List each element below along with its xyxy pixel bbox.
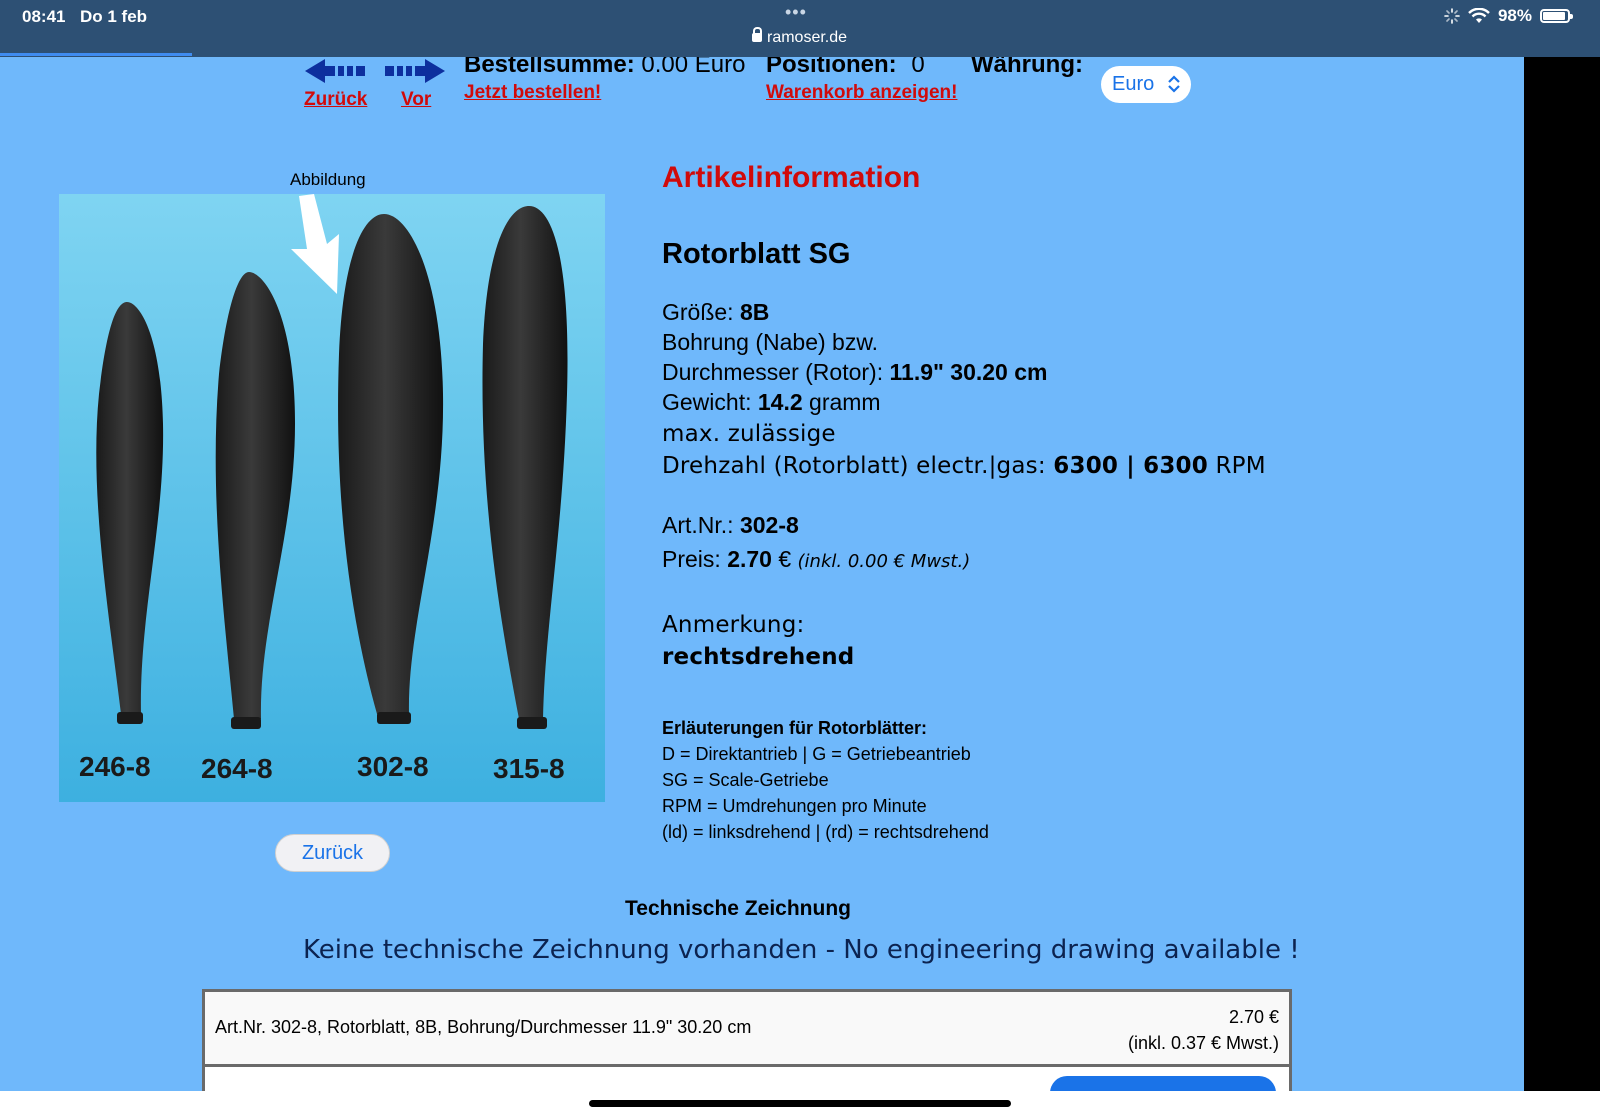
battery-percent: 98% xyxy=(1497,6,1532,25)
blade-label-4: 315-8 xyxy=(493,753,565,784)
legend-title: Erläuterungen für Rotorblätter: xyxy=(662,718,928,738)
order-price: 2.70 € (inkl. 0.37 € Mwst.) xyxy=(1127,1007,1279,1053)
legend-line: RPM = Umdrehungen pro Minute xyxy=(662,796,927,816)
order-now-link[interactable]: Jetzt bestellen! xyxy=(464,82,601,104)
back-link[interactable]: Zurück xyxy=(304,89,367,111)
price-value: 2.70 xyxy=(727,546,772,572)
weight-line: Gewicht: 14.2 gramm xyxy=(662,389,881,415)
section-heading: Artikelinformation xyxy=(662,161,921,194)
artnr-value: 302-8 xyxy=(739,512,799,538)
max-line: max. zulässige xyxy=(662,421,836,447)
date: Do 1 feb xyxy=(80,7,148,26)
note-label: Anmerkung: xyxy=(662,612,805,638)
clock: 08:41 xyxy=(22,7,66,26)
show-cart-link[interactable]: Warenkorb anzeigen! xyxy=(766,82,957,104)
artnr-line: Art.Nr.: 302-8 xyxy=(662,512,799,538)
product-image[interactable]: 246-8 264-8 302-8 315-8 xyxy=(59,194,605,802)
legend-line: SG = Scale-Getriebe xyxy=(662,770,829,790)
currency-selected: Euro xyxy=(1112,73,1155,95)
rotor-blades-photo xyxy=(59,194,605,802)
order-description: Art.Nr. 302-8, Rotorblatt, 8B, Bohrung/D… xyxy=(215,1017,752,1037)
rpm-line: Drehzahl (Rotorblatt) electr.|gas: 6300 … xyxy=(662,453,1266,479)
lock-icon xyxy=(752,27,762,42)
product-name: Rotorblatt SG xyxy=(662,238,851,270)
wifi-icon xyxy=(1468,8,1490,23)
currency-label: Währung: xyxy=(971,57,1083,78)
order-sum: Bestellsumme: 0.00 Euro xyxy=(464,57,745,79)
weight-value: 14.2 xyxy=(757,389,803,415)
blade-label-3: 302-8 xyxy=(357,751,429,782)
blade-label-1: 246-8 xyxy=(79,751,151,782)
status-bar: 08:41 Do 1 feb ••• ramoser.de 98% xyxy=(0,0,1600,57)
diameter-value: 11.9" 30.20 cm xyxy=(889,359,1048,385)
home-indicator[interactable] xyxy=(589,1100,1011,1107)
back-button[interactable]: Zurück xyxy=(275,834,390,872)
add-to-cart-button[interactable] xyxy=(1050,1076,1276,1091)
bore-line: Bohrung (Nabe) bzw. xyxy=(662,329,879,355)
positions-value: 0 xyxy=(911,57,925,78)
address-bar[interactable]: ramoser.de xyxy=(752,27,848,47)
price-tax: (inkl. 0.00 € Mwst.) xyxy=(797,551,971,572)
legend-line: (ld) = linksdrehend | (rd) = rechtsdrehe… xyxy=(662,822,989,842)
chevron-up-down-icon xyxy=(1168,75,1180,93)
order-sum-value: 0.00 Euro xyxy=(641,57,746,78)
more-dots-icon[interactable]: ••• xyxy=(785,2,807,23)
legend-line: D = Direktantrieb | G = Getriebeantrieb xyxy=(662,744,971,764)
currency-select[interactable]: Euro xyxy=(1101,66,1191,103)
web-page: Zurück Vor Bestellsumme: 0.00 Euro Jetzt… xyxy=(0,57,1524,1091)
positions-label: Positionen: xyxy=(766,57,897,78)
positions: Positionen: 0 xyxy=(766,57,925,79)
home-bar xyxy=(0,1091,1600,1117)
rpm-value: 6300 | 6300 xyxy=(1053,453,1208,479)
loading-icon xyxy=(1444,8,1460,24)
order-table: Art.Nr. 302-8, Rotorblatt, 8B, Bohrung/D… xyxy=(202,989,1292,1091)
diameter-line: Durchmesser (Rotor): 11.9" 30.20 cm xyxy=(662,359,1048,385)
no-drawing-text: Keine technische Zeichnung vorhanden - N… xyxy=(303,935,1300,965)
image-caption: Abbildung xyxy=(290,170,366,189)
status-icons: 98% xyxy=(1444,6,1573,26)
technical-drawing-title: Technische Zeichnung xyxy=(625,897,851,920)
price-line: Preis: 2.70 € (inkl. 0.00 € Mwst.) xyxy=(662,546,971,572)
battery-icon xyxy=(1540,9,1573,23)
forward-link[interactable]: Vor xyxy=(401,89,431,111)
side-panel xyxy=(1524,57,1600,1091)
size-line: Größe: 8B xyxy=(662,299,770,325)
back-arrow-icon[interactable] xyxy=(305,57,365,85)
url-text: ramoser.de xyxy=(767,29,848,46)
page-load-progress xyxy=(0,53,192,56)
table-row: Art.Nr. 302-8, Rotorblatt, 8B, Bohrung/D… xyxy=(205,992,1289,1067)
order-sum-label: Bestellsumme: xyxy=(464,57,635,78)
size-value: 8B xyxy=(739,299,770,325)
forward-arrow-icon[interactable] xyxy=(385,57,445,85)
blade-label-2: 264-8 xyxy=(201,753,273,784)
note-value: rechtsdrehend xyxy=(662,644,855,670)
